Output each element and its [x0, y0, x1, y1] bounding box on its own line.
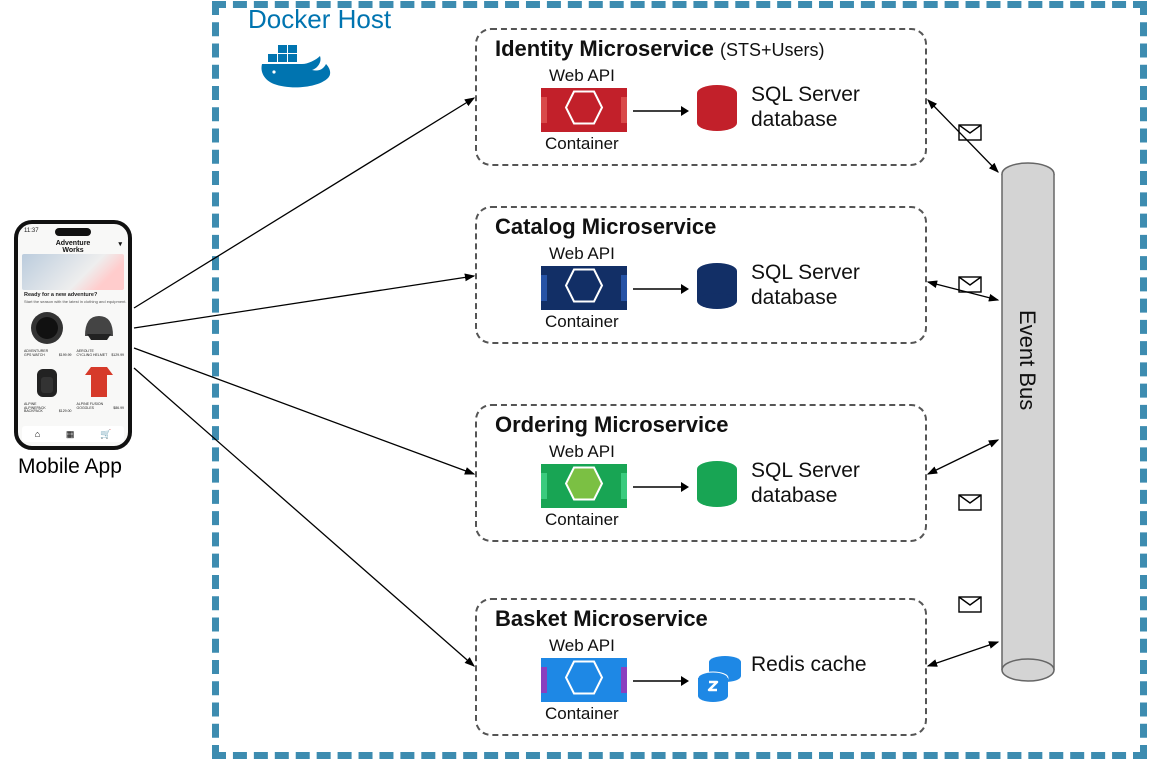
product-item: ALPINE ALPINEPACK BACKPACK$129.00 [22, 361, 72, 415]
hexagon-icon [564, 466, 604, 507]
nav-grid-icon: ▦ [66, 429, 75, 440]
product-grid: ADVENTURER GPS WATCH$199.99 AEROLITE CYC… [22, 308, 124, 414]
microservice-subtitle: (STS+Users) [720, 40, 825, 60]
product-item: ADVENTURER GPS WATCH$199.99 [22, 308, 72, 358]
filter-icon: ▾ [118, 240, 122, 248]
container-icon [541, 464, 627, 508]
phone-bottom-nav: ⌂ ▦ 🛒 [22, 426, 124, 442]
product-name: ADVENTURER GPS WATCH$199.99 [22, 348, 72, 358]
envelope-icon [958, 276, 982, 293]
catalog-microservice-card: Catalog Microservice Web API Container S… [475, 206, 927, 344]
hexagon-icon [564, 268, 604, 309]
docker-host-label: Docker Host [248, 4, 391, 35]
envelope-icon [958, 596, 982, 613]
hexagon-icon [564, 660, 604, 701]
microservice-title: Ordering Microservice [495, 412, 907, 438]
database-icon [695, 654, 745, 711]
microservice-title: Basket Microservice [495, 606, 907, 632]
webapi-label: Web API [549, 442, 615, 462]
nav-cart-icon: 🛒 [100, 429, 111, 440]
mobile-app-label: Mobile App [18, 455, 122, 479]
product-item: AEROLITE CYCLING HELMET$129.99 [75, 308, 125, 358]
webapi-label: Web API [549, 244, 615, 264]
identity-microservice-card: Identity Microservice (STS+Users) Web AP… [475, 28, 927, 166]
hero-title: Ready for a new adventure? [24, 292, 97, 298]
database-icon [695, 84, 739, 139]
nav-home-icon: ⌂ [35, 429, 40, 439]
database-icon [695, 262, 739, 317]
phone-app-brand: Adventure Works ▾ [18, 240, 128, 254]
container-icon [541, 88, 627, 132]
envelope-icon [958, 494, 982, 511]
docker-whale-icon [260, 40, 338, 95]
arrow-icon [631, 104, 691, 123]
container-label: Container [545, 134, 619, 154]
arrow-icon [631, 282, 691, 301]
product-name: AEROLITE CYCLING HELMET$129.99 [75, 348, 125, 358]
ordering-microservice-card: Ordering Microservice Web API Container … [475, 404, 927, 542]
envelope-icon [958, 124, 982, 141]
brand-text: Adventure Works [56, 240, 91, 254]
arrow-icon [631, 674, 691, 693]
database-icon [695, 460, 739, 515]
container-icon [541, 266, 627, 310]
database-label: SQL Server database [751, 260, 860, 310]
microservice-title: Catalog Microservice [495, 214, 907, 240]
product-name: ALPINE FUSION GOGGLES$86.99 [75, 401, 125, 411]
product-item: ALPINE FUSION GOGGLES$86.99 [75, 361, 125, 415]
event-bus-cylinder [1000, 162, 1056, 687]
container-label: Container [545, 704, 619, 724]
phone-status-time: 11:37 [24, 228, 39, 234]
container-icon [541, 658, 627, 702]
basket-microservice-card: Basket Microservice Web API Container [475, 598, 927, 736]
webapi-label: Web API [549, 636, 615, 656]
hero-image [22, 254, 124, 290]
event-bus-label: Event Bus [1014, 310, 1040, 410]
database-label: Redis cache [751, 652, 867, 677]
hero-subtitle: Start the season with the latest in clot… [24, 299, 127, 304]
phone-notch [55, 228, 91, 236]
hexagon-icon [564, 90, 604, 131]
container-label: Container [545, 312, 619, 332]
database-label: SQL Server database [751, 458, 860, 508]
mobile-phone-mockup: 11:37 Adventure Works ▾ Ready for a new … [14, 220, 132, 450]
product-image [25, 308, 69, 348]
product-image [77, 308, 121, 348]
arrow-icon [631, 480, 691, 499]
product-name: ALPINE ALPINEPACK BACKPACK$129.00 [22, 401, 72, 415]
product-image [25, 361, 69, 401]
webapi-label: Web API [549, 66, 615, 86]
container-label: Container [545, 510, 619, 530]
product-image [77, 361, 121, 401]
database-label: SQL Server database [751, 82, 860, 132]
microservice-title: Identity Microservice (STS+Users) [495, 36, 907, 62]
